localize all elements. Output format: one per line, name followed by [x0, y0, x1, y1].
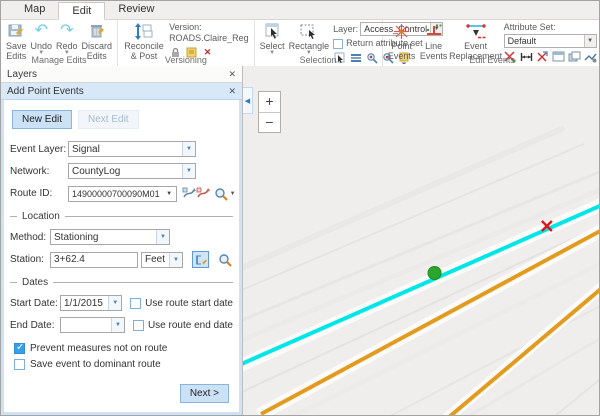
selection-group-label: Selection: [255, 55, 382, 65]
add-point-events-close-icon[interactable]: ✕: [228, 86, 236, 97]
use-route-end-date-label: Use route end date: [148, 320, 233, 331]
prevent-measures-checkbox[interactable]: [14, 343, 25, 354]
select-route-icon[interactable]: [182, 185, 196, 202]
start-date-label: Start Date:: [10, 298, 60, 309]
edit-events-group-label: Edit Events: [383, 55, 600, 65]
event-replacement-icon: [465, 22, 487, 40]
rectangle-select-icon: [300, 22, 317, 40]
add-point-events-pane: New Edit Next Edit Event Layer: Signal ▼…: [1, 100, 242, 415]
station-units-arrow-icon[interactable]: ▼: [169, 253, 182, 267]
version-value: ROADS.Claire_Reg: [169, 33, 249, 44]
prevent-measures-label: Prevent measures not on route: [30, 343, 167, 354]
zoom-control: + −: [258, 91, 281, 133]
collapse-arrow-icon: ◀: [245, 97, 250, 105]
manage-edits-group-label: Manage Edits: [1, 55, 117, 65]
event-point-marker[interactable]: [428, 267, 441, 280]
dates-section-label: Dates: [22, 277, 48, 288]
event-layer-label: Event Layer:: [10, 144, 68, 155]
road-streaks: [243, 128, 599, 415]
start-date-dropdown[interactable]: 1/1/2015 ▼: [60, 295, 122, 311]
ribbon: Save Edits ↶ Undo ▼ ↷ Redo ▼ Discard Edi…: [1, 20, 599, 66]
tab-edit[interactable]: Edit: [58, 2, 105, 20]
use-route-start-date-label: Use route start date: [145, 298, 233, 309]
save-dominant-route-label: Save event to dominant route: [30, 359, 161, 370]
use-route-end-date-checkbox[interactable]: [133, 320, 144, 331]
version-label: Version:: [169, 22, 249, 33]
network-dropdown[interactable]: CountyLog ▼: [68, 163, 196, 179]
line-events-icon: [425, 22, 443, 40]
location-section-separator: Location: [10, 211, 233, 222]
app-window: Map Edit Review Save Edits ↶ Undo ▼ ↷ Re…: [0, 0, 600, 416]
location-section-label: Location: [22, 211, 60, 222]
next-button[interactable]: Next >: [180, 384, 229, 403]
save-edits-icon: [8, 22, 24, 40]
station-input[interactable]: [50, 252, 138, 268]
zoom-to-route-icon[interactable]: ▼: [214, 185, 236, 202]
next-edit-button[interactable]: Next Edit: [78, 110, 139, 129]
map-canvas: [243, 66, 599, 415]
add-point-events-title: Add Point Events: [7, 86, 84, 97]
new-edit-button[interactable]: New Edit: [12, 110, 72, 129]
end-date-arrow-icon[interactable]: ▼: [111, 318, 124, 332]
reconcile-post-icon: [134, 22, 154, 40]
method-dropdown-arrow-icon[interactable]: ▼: [156, 230, 169, 244]
use-route-start-date-checkbox[interactable]: [130, 298, 141, 309]
group-versioning: Reconcile & Post Version: ROADS.Claire_R…: [118, 20, 255, 66]
redo-button[interactable]: ↷ Redo ▼: [54, 21, 80, 57]
tab-review[interactable]: Review: [105, 1, 167, 19]
layers-close-icon[interactable]: ✕: [228, 69, 236, 80]
layers-panel-header[interactable]: Layers ✕: [1, 66, 242, 83]
end-date-label: End Date:: [10, 320, 60, 331]
save-dominant-route-checkbox[interactable]: [14, 359, 25, 370]
redo-icon: ↷: [60, 22, 73, 40]
undo-button[interactable]: ↶ Undo ▼: [29, 21, 55, 57]
undo-icon: ↶: [35, 22, 48, 40]
layer-label: Layer:: [333, 24, 358, 35]
road-line-1[interactable]: [261, 230, 599, 414]
map-view[interactable]: ◀ + −: [242, 66, 599, 415]
event-layer-dropdown[interactable]: Signal ▼: [68, 141, 196, 157]
pick-station-from-map-icon[interactable]: [192, 251, 209, 268]
add-point-events-header[interactable]: Add Point Events ✕: [1, 83, 242, 100]
ribbon-tab-bar: Map Edit Review: [1, 1, 599, 20]
return-attribute-set-box[interactable]: [333, 39, 343, 49]
network-label: Network:: [10, 166, 68, 177]
method-dropdown[interactable]: Stationing ▼: [50, 229, 170, 245]
station-label: Station:: [10, 254, 50, 265]
zoom-out-button[interactable]: −: [259, 112, 280, 132]
attribute-set-label: Attribute Set:: [504, 22, 597, 33]
select-icon: [264, 22, 281, 40]
attribute-set-dropdown-arrow-icon[interactable]: ▼: [584, 35, 596, 47]
station-zoom-icon[interactable]: [216, 251, 233, 268]
dates-section-separator: Dates: [10, 277, 233, 288]
rectangle-button[interactable]: Rectangle ▼: [287, 21, 332, 57]
end-date-dropdown[interactable]: ▼: [60, 317, 125, 333]
zoom-in-button[interactable]: +: [259, 92, 280, 112]
attribute-set-dropdown[interactable]: Default ▼: [504, 34, 597, 48]
group-selection: Select ▼ Rectangle ▼ Layer: Access_Contr…: [255, 20, 383, 66]
layers-panel-title: Layers: [7, 69, 37, 80]
point-events-icon: [393, 22, 410, 40]
network-dropdown-arrow-icon[interactable]: ▼: [182, 164, 195, 178]
versioning-group-label: Versioning: [118, 55, 254, 65]
station-units-dropdown[interactable]: Feet ▼: [141, 252, 183, 268]
route-id-combo[interactable]: 14900000700090M01 ▼: [68, 186, 177, 202]
left-panel: Layers ✕ Add Point Events ✕ New Edit Nex…: [1, 66, 242, 415]
route-id-dropdown-arrow-icon[interactable]: ▼: [163, 187, 176, 201]
select-button[interactable]: Select ▼: [258, 21, 287, 57]
start-date-arrow-icon[interactable]: ▼: [108, 296, 121, 310]
group-edit-events: Point Events Line Events Event Replaceme…: [383, 20, 600, 66]
select-route-alt-icon[interactable]: [196, 185, 210, 202]
method-label: Method:: [10, 232, 50, 243]
route-id-label: Route ID:: [10, 188, 68, 199]
group-manage-edits: Save Edits ↶ Undo ▼ ↷ Redo ▼ Discard Edi…: [1, 20, 118, 66]
discard-edits-icon: [89, 22, 104, 40]
event-layer-dropdown-arrow-icon[interactable]: ▼: [182, 142, 195, 156]
tab-map[interactable]: Map: [11, 1, 58, 19]
panel-collapse-tab[interactable]: ◀: [243, 87, 253, 114]
